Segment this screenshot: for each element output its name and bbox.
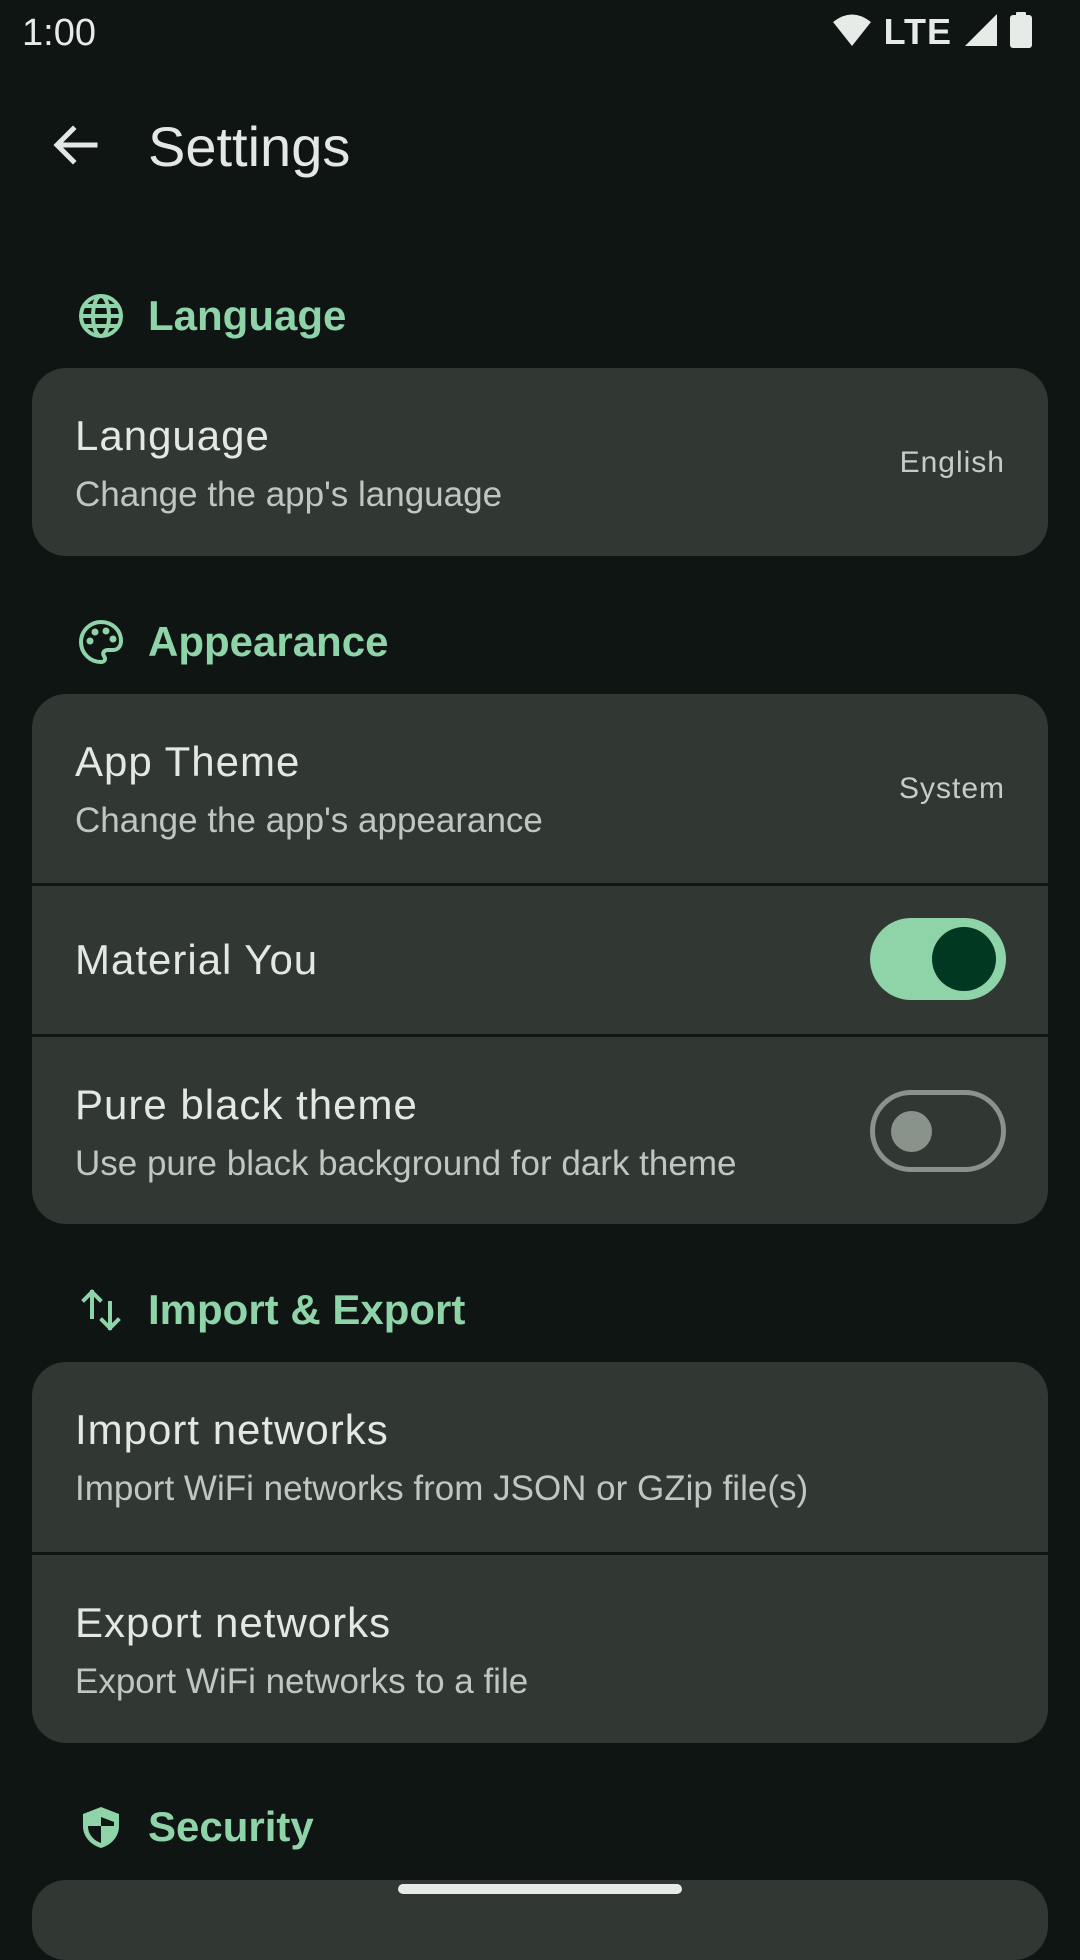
arrow-back-icon xyxy=(51,121,99,174)
section-title: Import & Export xyxy=(148,1286,466,1333)
import-export-icon xyxy=(76,1285,126,1335)
import-export-card: Import networks Import WiFi networks fro… xyxy=(32,1362,1048,1743)
row-subtitle: Export WiFi networks to a file xyxy=(75,1662,529,1701)
section-header-security: Security xyxy=(76,1797,314,1857)
battery-icon xyxy=(1010,11,1032,53)
setting-row-app-theme[interactable]: App Theme Change the app's appearance Sy… xyxy=(32,694,1048,883)
row-value: System xyxy=(898,772,1005,805)
row-subtitle: Change the app's language xyxy=(75,475,503,514)
section-header-appearance: Appearance xyxy=(76,612,388,672)
gesture-nav-handle[interactable] xyxy=(398,1884,682,1894)
section-title: Appearance xyxy=(148,618,389,665)
section-header-language: Language xyxy=(76,286,346,346)
section-header-import-export: Import & Export xyxy=(76,1280,465,1340)
cell-signal-icon xyxy=(964,13,998,52)
section-title: Security xyxy=(148,1803,314,1850)
network-type: LTE xyxy=(883,11,952,52)
row-subtitle: Import WiFi networks from JSON or GZip f… xyxy=(75,1469,809,1508)
row-title: Pure black theme xyxy=(75,1081,418,1128)
row-value: English xyxy=(899,446,1005,479)
wifi-icon xyxy=(832,13,872,52)
language-card: Language Change the app's language Engli… xyxy=(32,368,1048,556)
row-title: Material You xyxy=(75,936,319,983)
setting-row-pure-black[interactable]: Pure black theme Use pure black backgrou… xyxy=(32,1034,1048,1224)
shield-icon xyxy=(76,1802,126,1852)
page-title: Settings xyxy=(148,115,351,178)
row-title: Language xyxy=(75,412,270,459)
setting-row-import-networks[interactable]: Import networks Import WiFi networks fro… xyxy=(32,1362,1048,1552)
setting-row-language[interactable]: Language Change the app's language Engli… xyxy=(32,368,1048,556)
setting-row-export-networks[interactable]: Export networks Export WiFi networks to … xyxy=(32,1552,1048,1743)
status-icons: LTE xyxy=(832,11,1032,53)
section-title: Language xyxy=(148,292,347,339)
status-bar: 1:00 LTE xyxy=(0,0,1080,64)
material-you-switch[interactable] xyxy=(870,918,1006,1000)
setting-row-material-you[interactable]: Material You xyxy=(32,883,1048,1034)
globe-icon xyxy=(76,291,126,341)
back-button[interactable] xyxy=(30,112,120,182)
row-subtitle: Change the app's appearance xyxy=(75,801,543,840)
row-title: Export networks xyxy=(75,1599,392,1646)
switch-thumb xyxy=(932,927,996,991)
palette-icon xyxy=(76,617,126,667)
row-subtitle: Use pure black background for dark theme xyxy=(75,1144,737,1183)
switch-thumb xyxy=(891,1111,932,1152)
row-title: App Theme xyxy=(75,738,301,785)
row-title: Import networks xyxy=(75,1406,389,1453)
pure-black-switch[interactable] xyxy=(870,1090,1006,1172)
status-time: 1:00 xyxy=(22,12,96,54)
appearance-card: App Theme Change the app's appearance Sy… xyxy=(32,694,1048,1224)
top-app-bar: Settings xyxy=(0,90,1080,200)
